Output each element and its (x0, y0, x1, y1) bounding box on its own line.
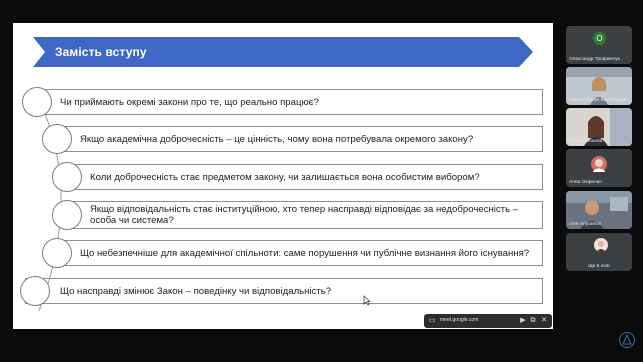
app-logo-icon (619, 332, 635, 348)
screen-share-icon: ▭ (428, 317, 436, 324)
camera-icon[interactable]: ▶ (518, 316, 528, 326)
participant-tile-1[interactable]: О Олександр Трофимчук (566, 26, 632, 64)
participant-tile-5[interactable]: Ілля Artyukhov (566, 191, 632, 229)
question-text-3: Коли доброчесність стає предметом закону… (90, 171, 480, 183)
question-box-3: Коли доброчесність стає предметом закону… (65, 164, 543, 190)
avatar (594, 238, 608, 252)
screen-share-bar: ▭ meet.google.com ▶ ⧉ ✕ (424, 314, 552, 328)
bullet-circle-4 (52, 200, 82, 230)
slide-title: Замість вступу (55, 45, 147, 59)
participant-tile-2[interactable]: Olena Dudnyk Edu Programs (566, 67, 632, 105)
mouse-cursor-icon (363, 295, 371, 306)
pip-icon[interactable]: ⧉ (528, 316, 538, 326)
participant-name: Ще 6 осіб (588, 264, 610, 269)
participant-name: Ілля Artyukhov (569, 222, 602, 227)
participant-name: Anna Osipenko (569, 180, 602, 185)
question-box-4: Якщо відповідальність стає інституційною… (65, 201, 543, 229)
close-icon[interactable]: ✕ (539, 316, 549, 326)
bullet-circle-5 (42, 238, 72, 268)
meeting-stage: Замість вступу Чи приймають окремі закон… (0, 0, 643, 362)
slide-title-banner: Замість вступу (33, 37, 533, 67)
bullet-circle-1 (22, 87, 52, 117)
bullet-circle-2 (42, 124, 72, 154)
bullet-circle-3 (52, 162, 82, 192)
bullet-circle-6 (20, 276, 50, 306)
participant-tile-6[interactable]: Ще 6 осіб (566, 233, 632, 271)
participant-name: Олеся Пешова (569, 139, 603, 144)
participant-name: Olena Dudnyk Edu Programs (569, 98, 629, 103)
share-url: meet.google.com (440, 317, 479, 323)
participant-tile-3[interactable]: Олеся Пешова (566, 108, 632, 146)
question-text-4: Якщо відповідальність стає інституційною… (90, 204, 519, 226)
presentation-slide: Замість вступу Чи приймають окремі закон… (13, 23, 553, 329)
avatar: О (593, 32, 606, 45)
participant-tile-4[interactable]: Anna Osipenko (566, 149, 632, 187)
participant-name: Олександр Трофимчук (569, 57, 620, 62)
